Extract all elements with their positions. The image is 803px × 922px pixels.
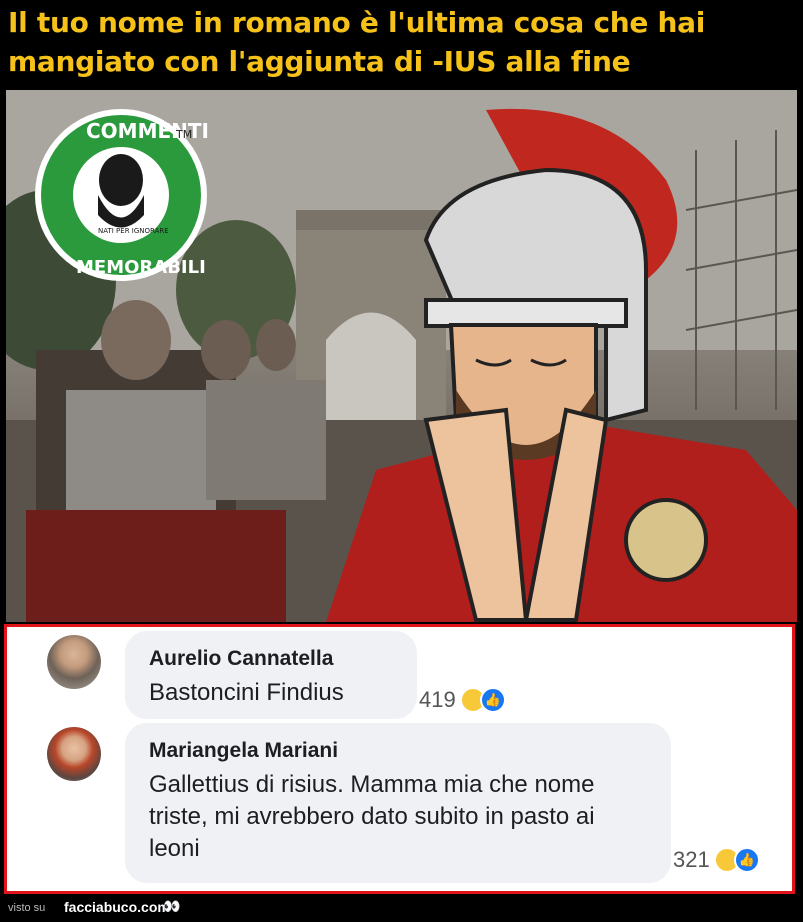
comment-reactions[interactable]: 321 👍 [673,847,760,873]
logo-trademark: TM [175,128,192,141]
comment-text: Gallettius di risius. Mamma mia che nome… [149,771,595,862]
like-reaction-icon: 👍 [479,687,506,713]
footer-brand-link[interactable]: facciabuco.com [64,899,170,915]
eyes-icon: 👀 [163,899,181,915]
reaction-count: 419 [419,687,456,712]
meme-header: Il tuo nome in romano è l'ultima cosa ch… [0,0,803,90]
logo-bottom-text: MEMORABILI [76,257,206,278]
comment-reactions[interactable]: 419 👍 [419,687,506,713]
footer-visto-su: visto su [8,902,46,914]
like-reaction-icon: 👍 [733,847,760,873]
comment-author[interactable]: Aurelio Cannatella [149,647,333,671]
comment-text: Bastoncini Findius [149,679,344,706]
roman-legionary-scene: COMMENTI MEMORABILI NATI PER IGNORARE TM [6,90,797,622]
avatar[interactable] [47,727,101,781]
comment-author[interactable]: Mariangela Mariani [149,739,338,763]
reaction-count: 321 [673,847,710,872]
meme-illustration: COMMENTI MEMORABILI NATI PER IGNORARE TM [6,90,797,622]
avatar[interactable] [47,635,101,689]
logo-sub-text: NATI PER IGNORARE [98,227,169,235]
header-title-line-1: Il tuo nome in romano è l'ultima cosa ch… [8,6,706,39]
header-title-line-2: mangiato con l'aggiunta di -IUS alla fin… [8,45,631,78]
footer-bar: visto su facciabuco.com 👀 [0,896,803,922]
comments-panel: Aurelio Cannatella Bastoncini Findius 41… [4,624,795,894]
